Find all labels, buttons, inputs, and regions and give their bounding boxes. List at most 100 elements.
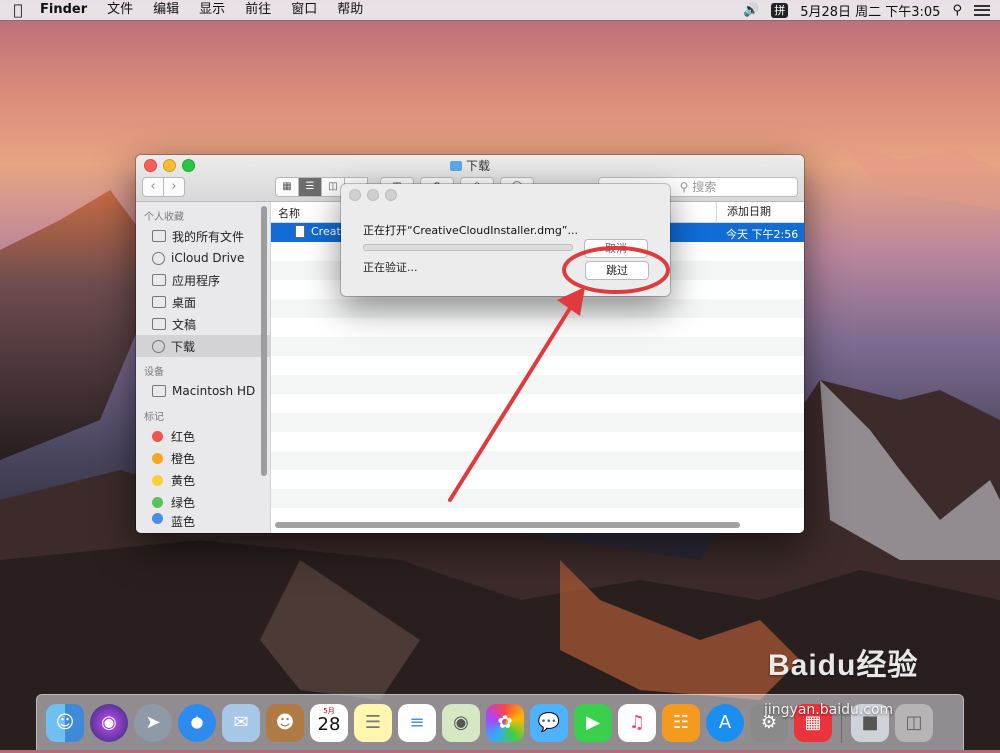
icon-view-button[interactable]: ▦ [275, 177, 299, 197]
downloads-folder-icon [449, 161, 462, 171]
maps-dock-icon[interactable]: ◉ [442, 703, 480, 742]
table-row [271, 470, 804, 489]
menu-view[interactable]: 显示 [189, 0, 235, 20]
documents-icon [152, 318, 166, 330]
messages-dock-icon[interactable]: 💬 [530, 703, 568, 742]
input-method-badge[interactable]: 拼 [771, 2, 789, 18]
table-row [271, 489, 804, 508]
baidu-jingyan-watermark: Baidu经验 jingyan.baidu.com [764, 640, 919, 718]
sidebar-tag-green[interactable]: 绿色 [136, 491, 270, 513]
sidebar-tag-blue[interactable]: 蓝色 [136, 513, 270, 527]
sidebar-item-documents[interactable]: 文稿 [136, 313, 270, 335]
table-row [271, 318, 804, 337]
dialog-zoom-button [385, 189, 397, 201]
file-date-added: 今天 下午2:56 [726, 228, 799, 241]
ibooks-dock-icon[interactable]: ☷ [662, 703, 700, 742]
watermark-url: jingyan.baidu.com [764, 702, 894, 718]
back-button[interactable]: ‹ [142, 177, 164, 197]
sidebar-item-label: iCloud Drive [171, 251, 245, 265]
volume-icon[interactable]: 🔊 [743, 3, 759, 18]
skip-button[interactable]: 跳过 [585, 261, 649, 280]
sidebar-item-label: 应用程序 [172, 273, 221, 288]
sidebar-item-label: 我的所有文件 [172, 229, 245, 244]
menu-help[interactable]: 帮助 [327, 0, 373, 20]
table-row [271, 356, 804, 375]
sidebar-item-icloud-drive[interactable]: iCloud Drive [136, 247, 270, 269]
watermark-brand: Baidu经验 [768, 649, 919, 682]
calendar-dock-icon[interactable]: 5月 28 [310, 703, 348, 742]
dialog-close-button [349, 189, 361, 201]
table-row [271, 375, 804, 394]
sidebar-item-label: 桌面 [172, 295, 197, 310]
table-row [271, 337, 804, 356]
table-row [271, 451, 804, 470]
spotlight-search-icon[interactable]: ⚲ [952, 3, 962, 18]
tag-dot-icon [152, 474, 163, 486]
applications-icon [152, 274, 166, 286]
cancel-button[interactable]: 取消 [584, 239, 648, 258]
tag-dot-icon [152, 496, 163, 508]
menu-file[interactable]: 文件 [97, 0, 143, 20]
contacts-dock-icon[interactable]: ☻ [266, 703, 304, 742]
sidebar-item-downloads[interactable]: 下载 [136, 335, 270, 357]
window-title-label: 下载 [465, 159, 490, 173]
mail-dock-icon[interactable]: ✉ [222, 703, 260, 742]
sidebar-tag-orange[interactable]: 橙色 [136, 447, 270, 469]
horizontal-scrollbar[interactable] [275, 522, 740, 528]
list-view-button[interactable]: ☰ [299, 177, 322, 197]
safari-compass-icon[interactable]: ✦ [178, 703, 216, 742]
dialog-status: 正在验证... [363, 261, 418, 274]
apple-menu-icon[interactable]:  [0, 0, 36, 20]
table-row [271, 432, 804, 451]
desktop-icon [152, 296, 166, 308]
forward-button[interactable]: › [164, 177, 185, 197]
table-row [271, 299, 804, 318]
sidebar-item-label: 橙色 [171, 451, 196, 466]
download-icon [152, 339, 165, 353]
menu-go[interactable]: 前往 [235, 0, 281, 20]
all-files-icon [152, 230, 166, 242]
search-icon: ⚲ [679, 180, 689, 194]
menu-finder[interactable]: Finder [36, 0, 97, 20]
cloud-icon [152, 251, 165, 265]
sidebar-item-label: Macintosh HD [172, 384, 256, 398]
menu-edit[interactable]: 编辑 [143, 0, 189, 20]
dmg-file-icon [295, 225, 305, 238]
reminders-dock-icon[interactable]: ≡ [398, 703, 436, 742]
table-row [271, 413, 804, 432]
siri-dock-icon[interactable]: ◉ [90, 703, 128, 742]
column-date-added-header[interactable]: 添加日期 [716, 202, 771, 222]
finder-dock-icon[interactable]: ☺ [46, 703, 84, 742]
notification-center-icon[interactable] [974, 4, 990, 16]
facetime-dock-icon[interactable]: ▶ [574, 703, 612, 742]
sidebar-tag-yellow[interactable]: 黄色 [136, 469, 270, 491]
launchpad-rocket-icon[interactable]: ➤ [134, 703, 172, 742]
sidebar-item-label: 下载 [171, 339, 196, 354]
itunes-music-icon[interactable]: ♫ [618, 703, 656, 742]
tags-header: 标记 [144, 412, 164, 423]
sidebar-tag-red[interactable]: 红色 [136, 425, 270, 447]
verify-progress-bar [363, 244, 573, 251]
tag-dot-icon [152, 452, 163, 464]
app-store-icon[interactable]: A [706, 703, 744, 742]
sidebar-scrollbar[interactable] [261, 206, 267, 476]
sidebar-item-label: 绿色 [171, 495, 196, 510]
sidebar-item-label: 黄色 [171, 473, 196, 488]
file-name: Creati [311, 225, 344, 238]
sidebar-item-label: 文稿 [172, 317, 197, 332]
menu-window[interactable]: 窗口 [281, 0, 327, 20]
devices-header: 设备 [144, 367, 164, 378]
dialog-title: 正在打开“CreativeCloudInstaller.dmg”... [363, 224, 578, 237]
photos-dock-icon[interactable]: ✿ [486, 703, 524, 742]
dialog-minimize-button [367, 189, 379, 201]
hard-drive-icon [152, 385, 166, 397]
sidebar-item-all-my-files[interactable]: 我的所有文件 [136, 225, 270, 247]
sidebar-item-macintosh-hd[interactable]: Macintosh HD [136, 380, 270, 402]
clock[interactable]: 5月28日 周二 下午3:05 [800, 1, 940, 20]
sidebar-item-applications[interactable]: 应用程序 [136, 269, 270, 291]
column-name-header[interactable]: 名称 [278, 205, 300, 221]
opening-dmg-dialog: 正在打开“CreativeCloudInstaller.dmg”... 取消 正… [341, 184, 670, 296]
sidebar-item-desktop[interactable]: 桌面 [136, 291, 270, 313]
notes-dock-icon[interactable]: ☰ [354, 703, 392, 742]
search-placeholder: 搜索 [692, 180, 717, 194]
